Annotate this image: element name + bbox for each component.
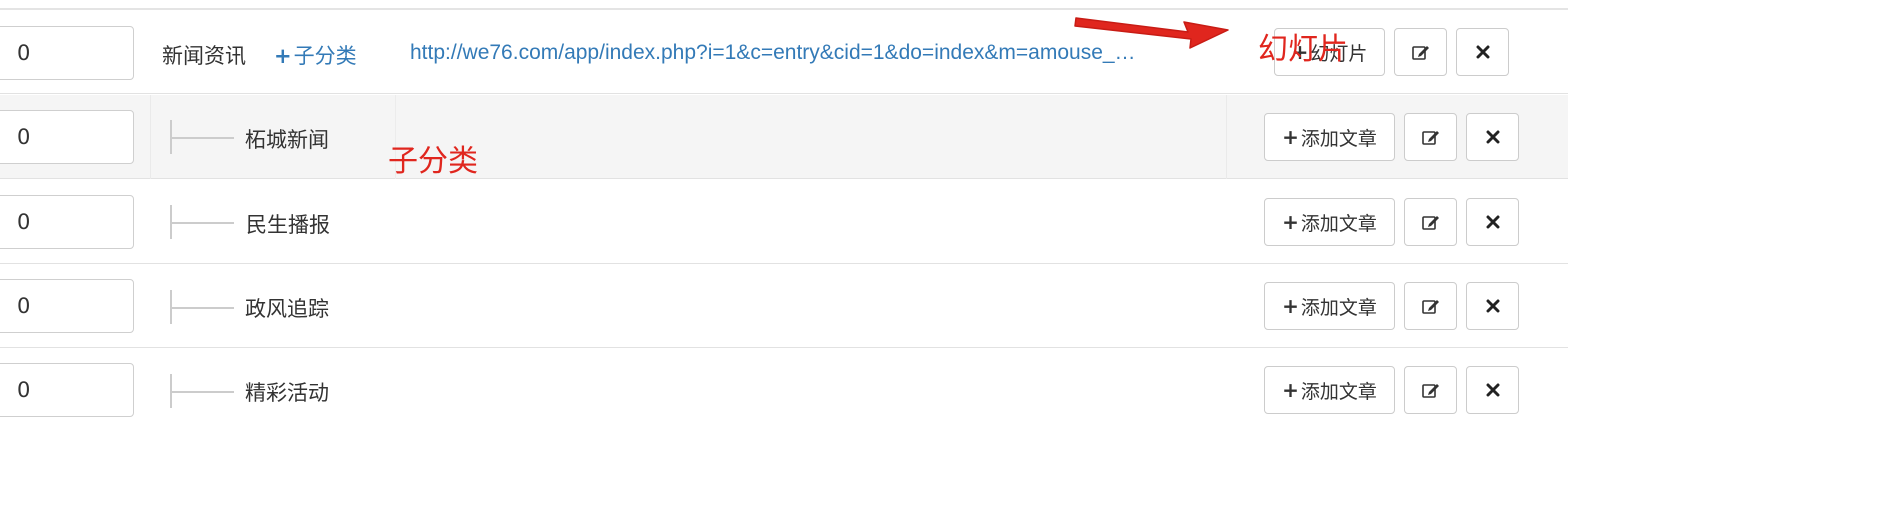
delete-button[interactable] bbox=[1466, 282, 1519, 330]
edit-icon bbox=[1421, 216, 1439, 230]
delete-button[interactable] bbox=[1456, 28, 1509, 76]
add-article-label: 添加文章 bbox=[1300, 127, 1377, 150]
add-subcategory-label: 子分类 bbox=[293, 44, 357, 68]
delete-button[interactable] bbox=[1466, 198, 1519, 246]
category-name: 精彩活动 bbox=[245, 381, 329, 405]
order-input[interactable] bbox=[0, 26, 134, 80]
add-article-button[interactable]: + 添加文章 bbox=[1264, 113, 1395, 161]
plus-icon: + bbox=[274, 44, 292, 68]
add-subcategory-link[interactable]: +子分类 bbox=[274, 40, 357, 70]
add-article-button[interactable]: + 添加文章 bbox=[1264, 282, 1395, 330]
add-article-label: 添加文章 bbox=[1300, 380, 1377, 403]
edit-icon bbox=[1421, 300, 1439, 314]
delete-button[interactable] bbox=[1466, 366, 1519, 414]
table-row-child: 柘城新闻 +添加文章 bbox=[0, 95, 1568, 179]
plus-icon: + bbox=[1282, 210, 1299, 234]
annotation-subcategory-text: 子分类 bbox=[388, 144, 478, 179]
edit-button[interactable] bbox=[1404, 366, 1457, 414]
plus-icon: + bbox=[1282, 125, 1299, 149]
edit-button[interactable] bbox=[1404, 113, 1457, 161]
close-icon bbox=[1486, 383, 1499, 397]
order-input[interactable] bbox=[0, 279, 134, 333]
add-article-button[interactable]: + 添加文章 bbox=[1264, 198, 1395, 246]
order-input[interactable] bbox=[0, 110, 134, 164]
close-icon bbox=[1476, 45, 1489, 59]
close-icon bbox=[1486, 299, 1499, 313]
add-article-label: 添加文章 bbox=[1300, 212, 1377, 235]
edit-icon bbox=[1411, 46, 1429, 60]
order-input[interactable] bbox=[0, 195, 134, 249]
add-article-label: 添加文章 bbox=[1300, 296, 1377, 319]
edit-icon bbox=[1421, 131, 1439, 145]
edit-icon bbox=[1421, 384, 1439, 398]
add-article-button[interactable]: + 添加文章 bbox=[1264, 366, 1395, 414]
close-icon bbox=[1486, 215, 1499, 229]
close-icon bbox=[1486, 130, 1499, 144]
category-name: 柘城新闻 bbox=[245, 128, 329, 152]
annotation-slideshow-text: 幻灯片 bbox=[1258, 32, 1348, 67]
delete-button[interactable] bbox=[1466, 113, 1519, 161]
plus-icon: + bbox=[1282, 378, 1299, 402]
category-name: 新闻资讯 bbox=[162, 44, 246, 68]
table-row-child: 精彩活动 +添加文章 bbox=[0, 348, 1568, 424]
edit-button[interactable] bbox=[1404, 198, 1457, 246]
category-url-link[interactable]: http://we76.com/app/index.php?i=1&c=entr… bbox=[410, 41, 1136, 65]
plus-icon: + bbox=[1282, 294, 1299, 318]
table-row-child: 民生播报 +添加文章 bbox=[0, 180, 1568, 264]
category-table: 新闻资讯 +子分类 http://we76.com/app/index.php?… bbox=[0, 0, 1568, 424]
table-row-child: 政风追踪 +添加文章 bbox=[0, 264, 1568, 348]
order-input[interactable] bbox=[0, 363, 134, 417]
category-name: 民生播报 bbox=[246, 213, 330, 237]
edit-button[interactable] bbox=[1394, 28, 1447, 76]
category-name: 政风追踪 bbox=[245, 297, 329, 321]
annotation-arrow bbox=[1074, 17, 1229, 49]
edit-button[interactable] bbox=[1404, 282, 1457, 330]
